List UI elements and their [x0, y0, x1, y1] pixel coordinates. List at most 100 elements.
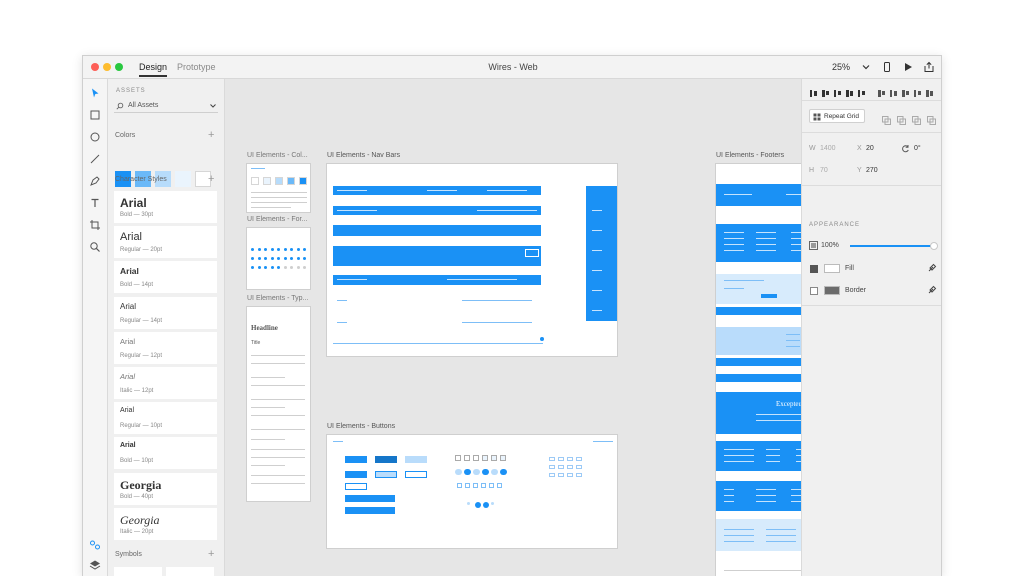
- line-tool-icon[interactable]: [89, 153, 101, 165]
- artboard-type[interactable]: Headline Title: [246, 306, 311, 502]
- y-field[interactable]: 270: [866, 167, 878, 174]
- align-icon[interactable]: [925, 85, 934, 97]
- character-style-item[interactable]: Arial Regular — 12pt: [114, 331, 217, 364]
- device-preview-icon[interactable]: [881, 61, 893, 73]
- border-checkbox[interactable]: [810, 287, 818, 295]
- character-style-item[interactable]: Arial Italic — 12pt: [114, 367, 217, 399]
- button-sample: [375, 456, 397, 463]
- height-field[interactable]: 70: [820, 167, 828, 174]
- layers-panel-icon[interactable]: [89, 559, 101, 571]
- opacity-value[interactable]: 100%: [821, 242, 839, 249]
- assets-filter[interactable]: All Assets: [114, 99, 218, 113]
- placeholder-line: [756, 489, 776, 490]
- text-tool-icon[interactable]: [89, 197, 101, 209]
- artboard-forms[interactable]: [246, 227, 311, 290]
- symbol-tile[interactable]: [114, 567, 162, 576]
- align-icon[interactable]: [809, 85, 818, 97]
- placeholder-line: [724, 529, 754, 530]
- pen-tool-icon[interactable]: [89, 175, 101, 187]
- assets-header: ASSETS: [116, 88, 146, 94]
- chevron-down-icon[interactable]: [860, 61, 872, 73]
- toggle-sample: [473, 469, 480, 475]
- character-style-item[interactable]: Arial Bold — 10pt: [114, 437, 217, 470]
- artboard-label-forms[interactable]: UI Elements - For...: [247, 216, 307, 223]
- artboard-label-footers[interactable]: UI Elements - Footers: [716, 152, 784, 159]
- share-icon[interactable]: [923, 61, 935, 73]
- x-field[interactable]: 20: [866, 145, 874, 152]
- width-field[interactable]: 1400: [820, 145, 836, 152]
- character-style-item[interactable]: Arial Regular — 20pt: [114, 226, 217, 259]
- boolean-icon[interactable]: [927, 112, 936, 125]
- character-style-item[interactable]: Arial Bold — 30pt: [114, 191, 217, 223]
- zoom-level[interactable]: 25%: [832, 62, 850, 72]
- add-character-style-icon[interactable]: +: [208, 174, 214, 185]
- character-style-item[interactable]: Arial Regular — 10pt: [114, 402, 217, 435]
- align-icon[interactable]: [913, 85, 922, 97]
- border-swatch[interactable]: [824, 286, 840, 295]
- add-color-icon[interactable]: +: [208, 130, 214, 141]
- rotation-field[interactable]: 0°: [914, 145, 921, 152]
- eyedropper-icon[interactable]: [928, 285, 937, 294]
- placeholder-line: [756, 414, 801, 415]
- radio-sample: [483, 502, 489, 508]
- chip-sample: [549, 457, 555, 461]
- character-style-name: Arial: [120, 196, 147, 210]
- character-style-item[interactable]: Georgia Bold — 40pt: [114, 472, 217, 505]
- color-swatch[interactable]: [175, 171, 191, 187]
- placeholder-line: [766, 461, 780, 462]
- boolean-icon[interactable]: [897, 112, 906, 125]
- character-style-item[interactable]: Georgia Italic — 20pt: [114, 507, 217, 540]
- artboard-label-colors[interactable]: UI Elements - Col...: [247, 152, 308, 159]
- chevron-down-icon[interactable]: [209, 102, 217, 110]
- footer-sample: [716, 184, 801, 206]
- align-icon[interactable]: [901, 85, 910, 97]
- select-tool-icon[interactable]: [89, 87, 101, 99]
- add-symbol-icon[interactable]: +: [208, 549, 214, 560]
- align-icon[interactable]: [889, 85, 898, 97]
- opacity-slider[interactable]: [850, 245, 934, 247]
- control-sample: [482, 455, 488, 461]
- character-style-item[interactable]: Arial Regular — 14pt: [114, 296, 217, 329]
- placeholder-line: [251, 168, 265, 169]
- fill-checkbox[interactable]: [810, 265, 818, 273]
- chip-sample: [567, 465, 573, 469]
- align-icon[interactable]: [833, 85, 842, 97]
- assets-panel-icon[interactable]: [89, 539, 101, 551]
- y-label: Y: [857, 167, 862, 174]
- button-sample: [345, 495, 395, 502]
- form-icon-sample: [283, 257, 287, 260]
- design-canvas[interactable]: UI Elements - Col... UI Elements - For..…: [226, 79, 801, 576]
- artboard-navbars[interactable]: [326, 163, 618, 357]
- symbol-tile[interactable]: [166, 567, 214, 576]
- placeholder-line: [251, 202, 307, 203]
- placeholder-line: [724, 455, 754, 456]
- form-icon-sample: [296, 257, 300, 260]
- align-icon[interactable]: [845, 85, 854, 97]
- form-icon-sample: [264, 266, 267, 269]
- ellipse-tool-icon[interactable]: [89, 131, 101, 143]
- artboard-label-type[interactable]: UI Elements - Typ...: [247, 295, 308, 302]
- boolean-icon[interactable]: [882, 112, 891, 125]
- repeat-grid-button[interactable]: Repeat Grid: [809, 109, 865, 123]
- artboard-buttons[interactable]: [326, 434, 618, 549]
- align-icon[interactable]: [877, 85, 886, 97]
- eyedropper-icon[interactable]: [928, 263, 937, 272]
- align-icon[interactable]: [821, 85, 830, 97]
- boolean-icon[interactable]: [912, 112, 921, 125]
- opacity-icon: [809, 241, 818, 250]
- artboard-label-navbars[interactable]: UI Elements - Nav Bars: [327, 152, 400, 159]
- artboard-footers[interactable]: Excepteur occaecat cupidatat.: [715, 163, 801, 576]
- artboard-label-buttons[interactable]: UI Elements - Buttons: [327, 423, 395, 430]
- align-icon[interactable]: [857, 85, 866, 97]
- fill-swatch[interactable]: [824, 264, 840, 273]
- opacity-slider-handle[interactable]: [930, 242, 938, 250]
- play-icon[interactable]: [902, 61, 914, 73]
- x-label: X: [857, 145, 862, 152]
- character-style-item[interactable]: Arial Bold — 14pt: [114, 261, 217, 294]
- artboard-tool-icon[interactable]: [89, 219, 101, 231]
- color-sample: [251, 177, 259, 185]
- artboard-colors[interactable]: [246, 163, 311, 213]
- search-icon: [116, 102, 124, 110]
- rectangle-tool-icon[interactable]: [89, 109, 101, 121]
- zoom-tool-icon[interactable]: [89, 241, 101, 253]
